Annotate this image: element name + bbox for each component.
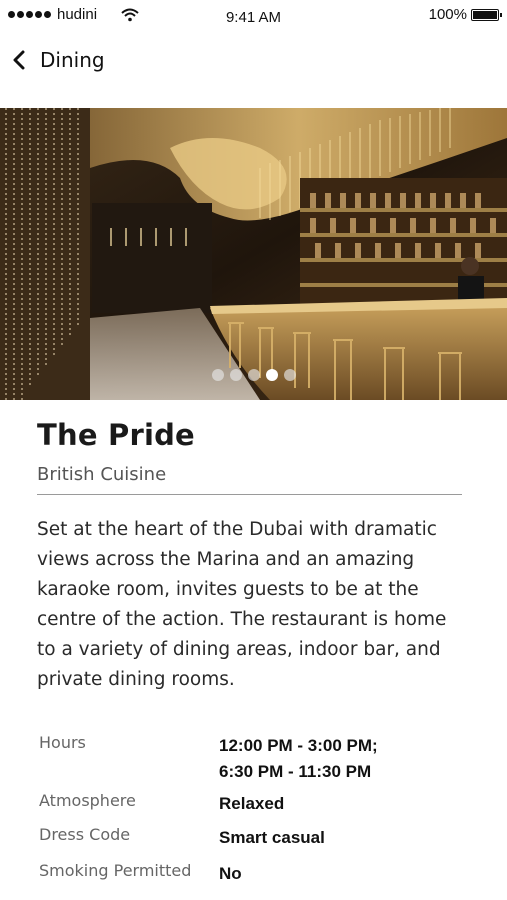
- battery-percent: 100%: [428, 6, 467, 23]
- carousel-dot[interactable]: [247, 369, 260, 381]
- carousel-indicator[interactable]: [0, 369, 507, 381]
- status-bar: hudini 9:41 AM 100%: [0, 0, 507, 32]
- cuisine-type: British Cuisine: [37, 464, 167, 485]
- nav-bar: Dining: [0, 40, 507, 80]
- detail-value: Relaxed: [219, 794, 285, 813]
- battery-icon: [471, 8, 502, 21]
- divider: [37, 494, 462, 495]
- detail-label: Hours: [39, 733, 86, 752]
- restaurant-photo: [0, 108, 507, 400]
- carousel-dot[interactable]: [211, 369, 224, 381]
- restaurant-description: Set at the heart of the Dubai with drama…: [37, 519, 447, 690]
- status-right: 100%: [428, 6, 502, 23]
- carousel-dot[interactable]: [283, 369, 296, 381]
- detail-value: Smart casual: [219, 828, 325, 847]
- restaurant-name: The Pride: [37, 418, 195, 452]
- detail-value: No: [219, 864, 242, 883]
- hero-image[interactable]: [0, 108, 507, 400]
- detail-label: Dress Code: [39, 825, 131, 844]
- detail-value: 12:00 PM - 3:00 PM; 6:30 PM - 11:30 PM: [219, 736, 378, 781]
- chevron-left-icon: [13, 50, 25, 70]
- back-label: Dining: [40, 48, 105, 72]
- back-button[interactable]: Dining: [12, 44, 105, 76]
- carousel-dot-active[interactable]: [265, 369, 278, 381]
- detail-label: Smoking Permitted: [39, 861, 192, 880]
- carousel-dot[interactable]: [229, 369, 242, 381]
- detail-label: Atmosphere: [39, 791, 136, 810]
